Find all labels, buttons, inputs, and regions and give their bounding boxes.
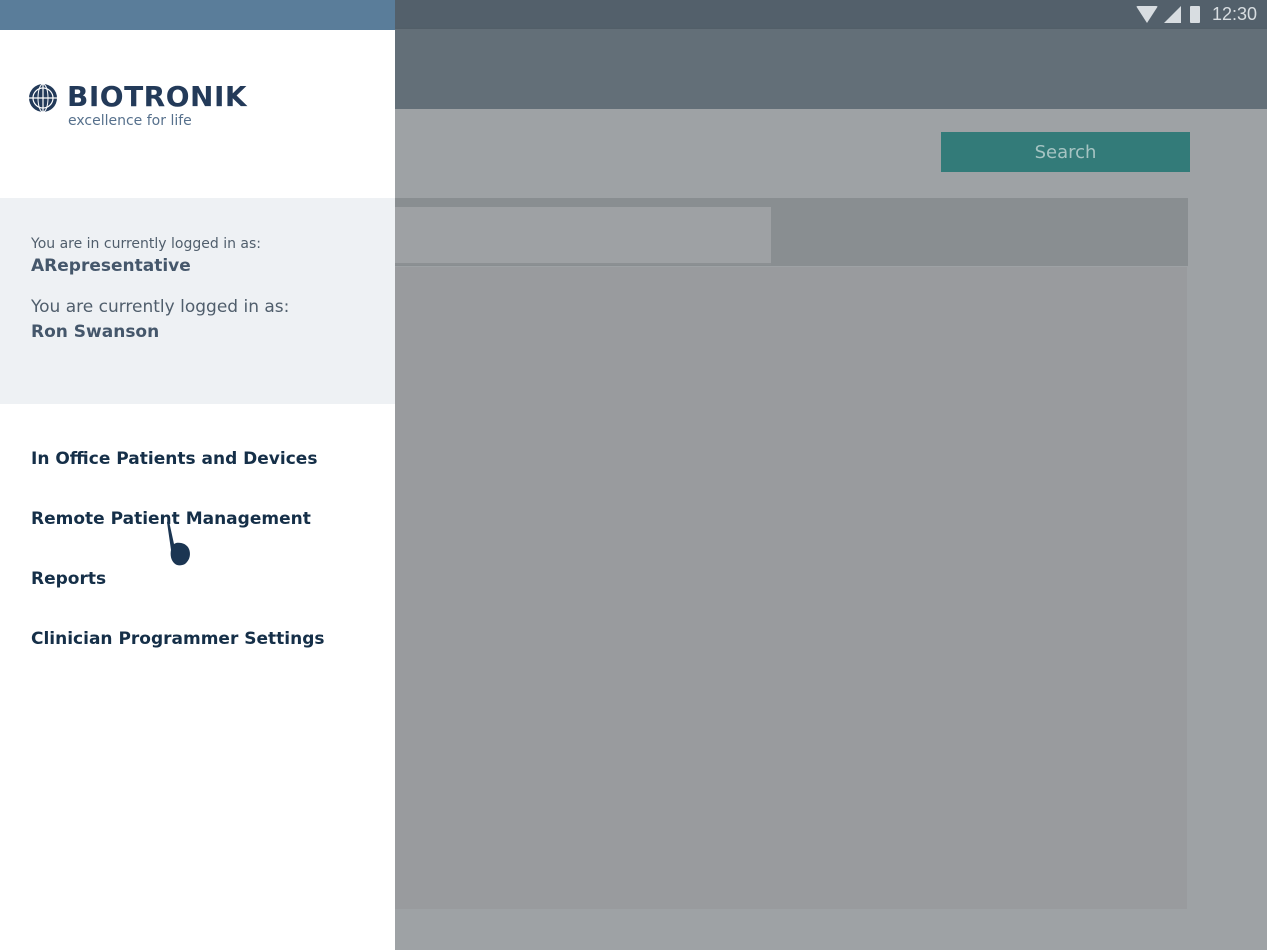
search-button[interactable]: Search	[941, 132, 1190, 172]
tap-hand-cursor-icon	[167, 521, 190, 566]
user-info: You are in currently logged in as: ARepr…	[0, 198, 395, 404]
nav-item-reports[interactable]: Reports	[31, 569, 106, 589]
user-name: Ron Swanson	[31, 322, 160, 342]
battery-icon	[1189, 6, 1200, 23]
wifi-icon	[1135, 6, 1158, 23]
user-label: You are currently logged in as:	[31, 297, 290, 317]
logo-area: BIOTRONIK excellence for life	[0, 30, 395, 198]
brand-tagline: excellence for life	[68, 113, 192, 129]
nav-item-clinician-programmer-settings[interactable]: Clinician Programmer Settings	[31, 629, 325, 649]
representative-name: ARepresentative	[31, 256, 191, 276]
biotronik-logo-icon	[29, 83, 57, 113]
signal-icon	[1163, 6, 1181, 23]
status-icons: 12:30	[1135, 4, 1257, 25]
navigation-drawer: BIOTRONIK excellence for life You are in…	[0, 0, 395, 950]
nav-item-in-office-patients[interactable]: In Office Patients and Devices	[31, 449, 317, 469]
brand-name: BIOTRONIK	[67, 80, 248, 113]
drawer-status-strip	[0, 0, 395, 31]
representative-label: You are in currently logged in as:	[31, 236, 261, 252]
status-time: 12:30	[1211, 4, 1257, 24]
